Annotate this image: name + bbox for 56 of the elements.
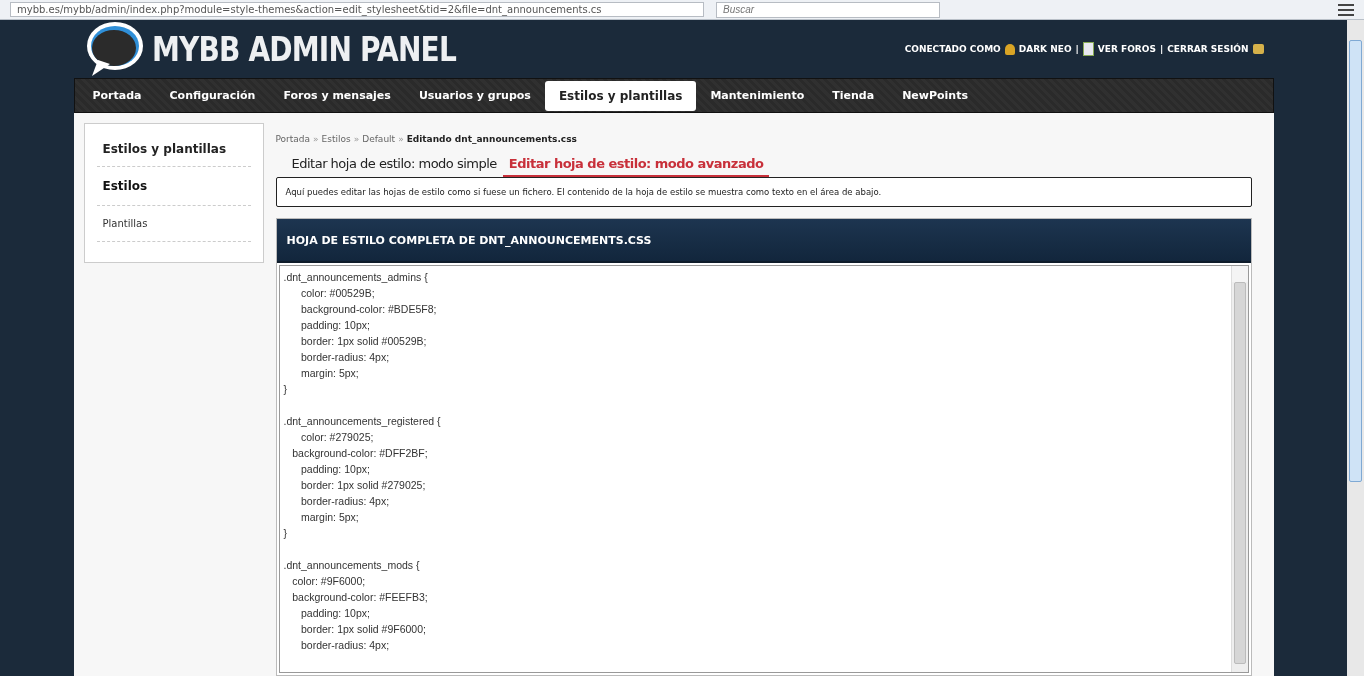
code-line: margin: 5px;	[300, 367, 359, 379]
nav-tab[interactable]: Portada	[78, 81, 156, 110]
nav-tab[interactable]: Configuración	[155, 81, 270, 110]
sidebar-title: Estilos y plantillas	[96, 130, 251, 167]
nav-tab[interactable]: Usuarios y grupos	[404, 81, 545, 110]
search-field[interactable]: Buscar	[716, 1, 940, 18]
code-line: border-radius: 4px;	[300, 495, 390, 507]
code-line: }	[283, 383, 287, 395]
code-line: }	[283, 527, 287, 539]
code-line: background-color: #FEEFB3;	[291, 591, 428, 603]
notice-text: Aquí puedes editar las hojas de estilo como si fuese un fichero. El contenido de la hoja de estilo se muestra como texto en el área de abajo.	[285, 187, 882, 197]
code-line: color: #279025;	[300, 431, 374, 443]
breadcrumb-current: Editando dnt_announcements.css	[406, 134, 577, 144]
code-line: color: #00529B;	[300, 287, 375, 299]
address-bar[interactable]: mybb.es/mybb/admin/index.php?module=style-themes&action=edit_stylesheet&tid=2&file=dnt_announcements.cs	[10, 2, 704, 17]
breadcrumb-link[interactable]: Estilos	[321, 134, 351, 144]
code-line: background-color: #BDE5F8;	[300, 303, 437, 315]
code-line: padding: 10px;	[300, 463, 370, 475]
sidebar-item[interactable]: Plantillas	[96, 206, 251, 242]
breadcrumb-separator: »	[353, 134, 360, 144]
code-line: padding: 10px;	[300, 319, 370, 331]
code-line: border-radius: 4px;	[300, 639, 390, 651]
nav-tab[interactable]: NewPoints	[888, 81, 982, 110]
code-line: margin: 5px;	[300, 511, 359, 523]
sidebar-item[interactable]: Estilos	[96, 167, 251, 206]
nav-tab[interactable]: Estilos y plantillas	[544, 80, 697, 111]
code-line: .dnt_announcements_registered {	[283, 415, 441, 427]
breadcrumb-link[interactable]: Default	[362, 134, 396, 144]
breadcrumb-link[interactable]: Portada	[275, 134, 311, 144]
panel-title: HOJA DE ESTILO COMPLETA DE DNT_ANNOUNCEMENTS.CSS	[286, 233, 652, 247]
breadcrumb-separator: »	[398, 134, 404, 144]
clipboard-icon	[1082, 42, 1094, 56]
breadcrumb-separator: »	[313, 134, 319, 144]
nav-tab[interactable]: Tienda	[818, 81, 889, 110]
code-line: color: #9F6000;	[291, 575, 366, 587]
view-forums-link[interactable]: VER FOROS	[1097, 44, 1156, 54]
code-line: .dnt_announcements_admins {	[283, 271, 428, 283]
code-line: border: 1px solid #00529B;	[300, 335, 427, 347]
code-line: .dnt_announcements_mods {	[283, 559, 420, 571]
mode-tab[interactable]: Editar hoja de estilo: modo simple	[285, 152, 503, 177]
logo-title: MYBB ADMIN PANEL	[151, 29, 456, 69]
code-line: border: 1px solid #9F6000;	[300, 623, 426, 635]
logout-link[interactable]: CERRAR SESIÓN	[1167, 44, 1249, 54]
code-line: background-color: #DFF2BF;	[291, 447, 428, 459]
nav-tab[interactable]: Mantenimiento	[696, 81, 819, 110]
nav-tab[interactable]: Foros y mensajes	[269, 81, 405, 110]
separator: |	[1075, 44, 1079, 54]
scrollbar[interactable]	[1347, 20, 1364, 676]
scrollbar[interactable]	[1230, 266, 1248, 672]
user-link[interactable]: DARK NEO	[1018, 44, 1072, 54]
menu-icon[interactable]	[1338, 3, 1354, 16]
user-label: CONECTADO COMO	[904, 44, 1001, 54]
separator: |	[1159, 44, 1164, 54]
code-line: border: 1px solid #279025;	[300, 479, 426, 491]
code-line: padding: 10px;	[300, 607, 370, 619]
code-line: border-radius: 4px;	[300, 351, 390, 363]
